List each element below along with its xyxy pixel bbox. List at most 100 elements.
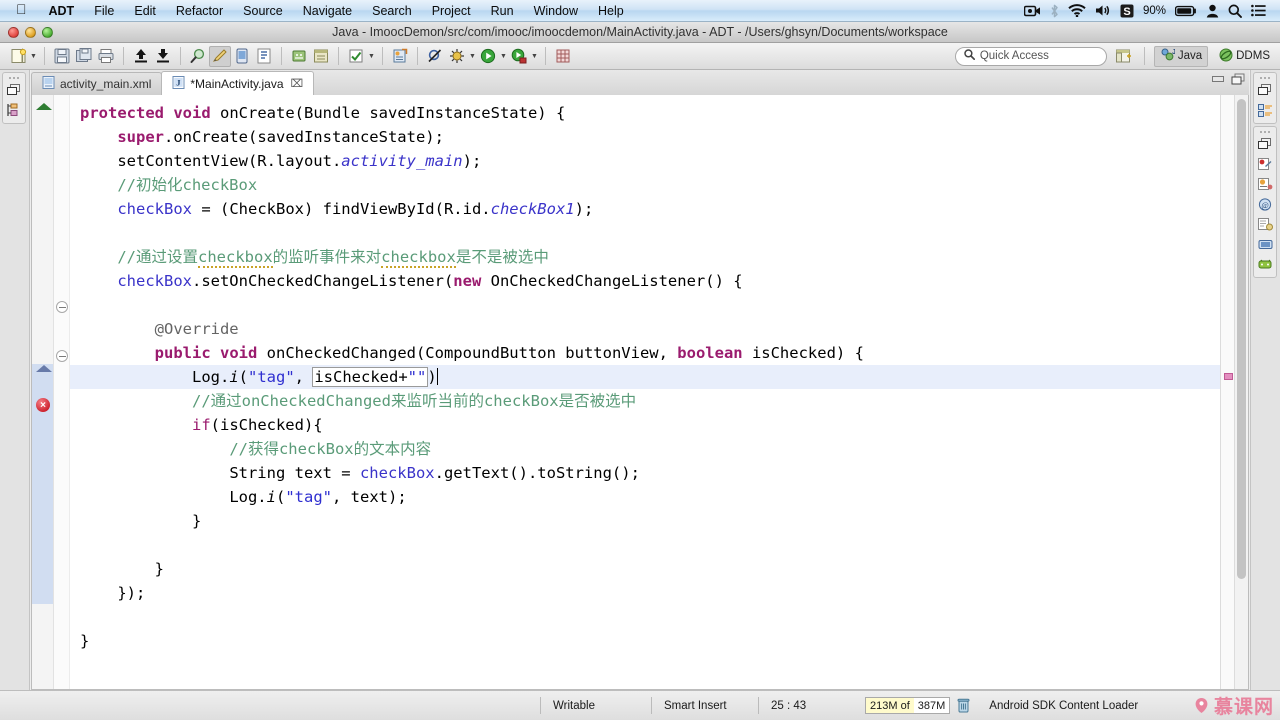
package-explorer-icon[interactable] [3,100,25,120]
checkmark-dropdown-arrow[interactable]: ▼ [367,46,376,67]
editor-overview-ruler[interactable] [1220,95,1234,689]
editor-tab-activity-main-xml[interactable]: activity_main.xml [31,72,163,95]
menu-item-adt[interactable]: ADT [39,2,85,20]
heap-used-label: 213M of [866,698,914,713]
editor-body: × protected void onCreate(Bundle savedIn… [31,95,1249,690]
magnifier-button[interactable] [187,46,209,67]
editor-tab-mainactivity-java[interactable]: J *MainActivity.java ⌧ [161,71,315,95]
imooc-logo-icon [1193,697,1210,714]
overview-marker[interactable] [1224,373,1233,380]
minimize-editor-button[interactable] [1211,73,1225,88]
toolbar-separator [281,47,282,65]
menu-item-help[interactable]: Help [588,2,634,20]
print-button[interactable] [95,46,117,67]
toolbar-separator [1143,47,1145,65]
right-minimized-stack-outline [1253,72,1277,124]
save-button[interactable] [51,46,73,67]
menu-item-navigate[interactable]: Navigate [293,2,362,20]
debug-dropdown-arrow[interactable]: ▼ [468,46,477,67]
menu-item-window[interactable]: Window [524,2,588,20]
status-writable: Writable [553,699,595,712]
menu-item-project[interactable]: Project [422,2,481,20]
perspective-java-button[interactable]: J Java [1153,45,1209,67]
declaration-icon[interactable]: @ [1254,194,1276,214]
logcat-icon[interactable] [1254,234,1276,254]
battery-icon[interactable] [1175,5,1197,17]
left-minimized-stack [2,72,26,124]
user-account-icon[interactable] [1206,4,1219,18]
up-collapse-arrow-icon[interactable] [36,365,52,372]
code-line: //通过onCheckedChanged来监听当前的checkBox是否被选中 [191,392,637,410]
editor-window-controls [1211,73,1245,88]
avd-manager-button[interactable] [231,46,253,67]
screen-recorder-icon[interactable] [1023,5,1041,17]
volume-icon[interactable] [1095,4,1111,17]
restore-icon[interactable] [3,80,25,100]
code-line: checkBox = (CheckBox) findViewById(R.id.… [117,200,594,218]
scrollbar-thumb[interactable] [1237,99,1246,579]
code-line: if(isChecked){ [191,416,323,434]
skip-breakpoints-button[interactable] [424,46,446,67]
grid-button[interactable] [552,46,574,67]
parameter-hint-box: isChecked+"" [312,367,429,387]
code-editor-text[interactable]: protected void onCreate(Bundle savedInst… [70,95,1220,689]
restore-icon[interactable] [1254,134,1276,154]
new-wizard-button[interactable] [7,46,29,67]
debug-bug-button[interactable] [446,46,468,67]
status-insert-mode: Smart Insert [664,699,727,712]
android-project-button[interactable] [288,46,310,67]
maximize-editor-button[interactable] [1231,73,1245,88]
menu-item-edit[interactable]: Edit [124,2,166,20]
up-collapse-arrow-icon[interactable] [36,103,52,110]
new-wizard-dropdown-arrow[interactable]: ▼ [29,46,38,67]
menu-item-source[interactable]: Source [233,2,293,20]
perspective-ddms-button[interactable]: DDMS [1214,46,1275,67]
editor-fold-column[interactable] [54,95,70,689]
fold-collapse-icon[interactable] [56,301,68,313]
console-icon[interactable] [1254,214,1276,234]
code-line: } [154,560,164,578]
android-sdk-manager-button[interactable] [209,45,231,67]
editor-gutter[interactable]: × [32,95,54,689]
bluetooth-icon[interactable] [1050,4,1059,18]
lint-button[interactable] [253,46,275,67]
fold-collapse-icon[interactable] [56,350,68,362]
text-caret [436,368,438,385]
javadoc-icon[interactable] [1254,174,1276,194]
code-line: String text = checkBox.getText().toStrin… [229,464,640,482]
apple-logo-icon[interactable]:  [8,2,39,20]
outline-icon[interactable] [1254,100,1276,120]
export-up-button[interactable] [130,46,152,67]
android-device-icon[interactable] [1254,254,1276,274]
run-dropdown-arrow[interactable]: ▼ [499,46,508,67]
menu-item-refactor[interactable]: Refactor [166,2,233,20]
wifi-icon[interactable] [1068,4,1086,17]
editor-vertical-scrollbar[interactable] [1234,95,1248,689]
external-tools-button[interactable] [508,46,530,67]
code-line: //通过设置checkbox的监听事件来对checkbox是不是被选中 [117,248,549,268]
run-button[interactable] [477,46,499,67]
snagit-icon[interactable]: S [1120,4,1134,18]
problems-icon[interactable] [1254,154,1276,174]
quick-access-placeholder: Quick Access [979,50,1049,62]
external-tools-dropdown-arrow[interactable]: ▼ [530,46,539,67]
search-icon[interactable] [1228,4,1242,18]
open-perspective-button[interactable] [1113,46,1135,67]
error-marker-icon[interactable]: × [36,398,50,412]
restore-icon[interactable] [1254,80,1276,100]
menu-item-search[interactable]: Search [362,2,422,20]
close-icon[interactable]: ⌧ [291,77,304,90]
trash-gc-icon[interactable] [950,698,977,713]
new-java-class-button[interactable] [389,46,411,67]
save-all-button[interactable] [73,46,95,67]
checkmark-button[interactable] [345,46,367,67]
menu-item-run[interactable]: Run [481,2,524,20]
notification-center-icon[interactable] [1251,4,1266,17]
xml-file-icon [42,76,55,92]
heap-status-indicator[interactable]: 213M of 387M [865,697,951,714]
menu-item-file[interactable]: File [84,2,124,20]
import-down-button[interactable] [152,46,174,67]
quick-access-input[interactable]: Quick Access [954,46,1107,66]
perspective-button[interactable] [310,46,332,67]
